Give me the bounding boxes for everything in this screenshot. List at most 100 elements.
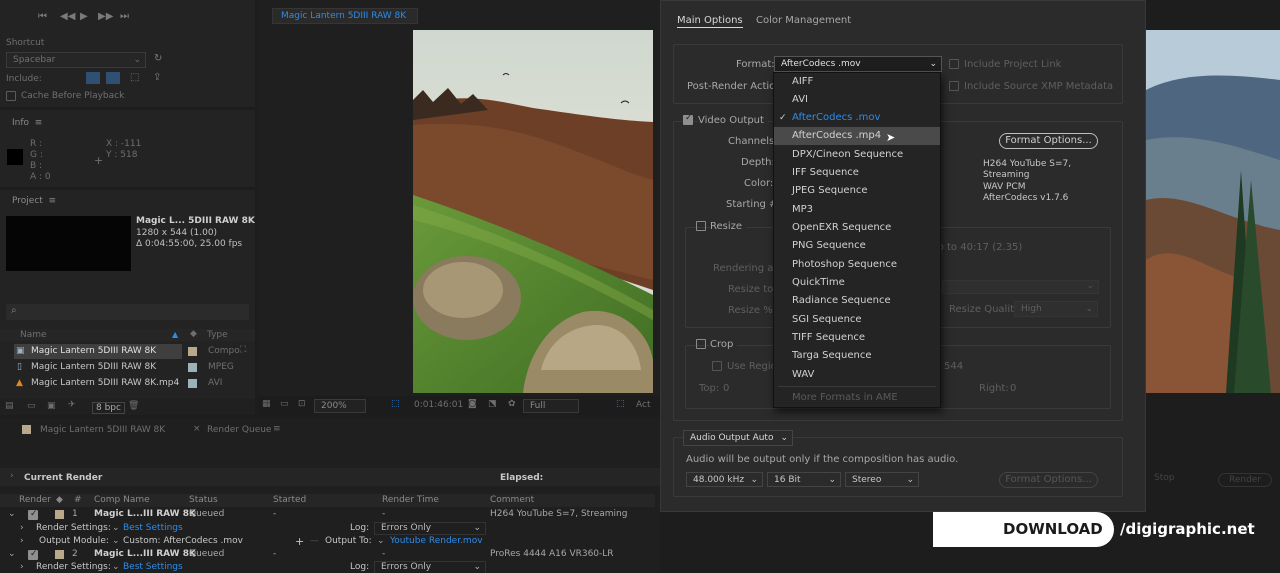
- expand-icon[interactable]: ⌄: [8, 508, 16, 521]
- format-option-aftercodecs-mov[interactable]: ✓ AfterCodecs .mov: [774, 109, 940, 127]
- format-option-aftercodecs-mp4[interactable]: AfterCodecs .mp4 ➤: [774, 127, 940, 145]
- tab-main-options[interactable]: Main Options: [677, 15, 743, 28]
- new-comp-icon[interactable]: ▣: [47, 401, 56, 411]
- stop-button[interactable]: Stop: [1154, 473, 1174, 483]
- monitor-icon[interactable]: ▭: [280, 399, 289, 409]
- format-option-jpeg[interactable]: JPEG Sequence: [774, 182, 940, 200]
- skip-forward-icon[interactable]: ⏭: [120, 12, 129, 22]
- col-started[interactable]: Started: [273, 494, 306, 507]
- menu-icon[interactable]: ≡: [273, 424, 281, 434]
- format-option-targa[interactable]: Targa Sequence: [774, 347, 940, 365]
- format-options-button[interactable]: Format Options...: [999, 133, 1098, 149]
- flowchart-button-icon[interactable]: ✈: [68, 400, 76, 410]
- video-output-checkbox[interactable]: [683, 113, 693, 125]
- cache-checkbox[interactable]: [6, 91, 16, 101]
- format-option-mp3[interactable]: MP3: [774, 201, 940, 219]
- expand-icon[interactable]: ›: [20, 561, 24, 573]
- interpret-icon[interactable]: ▤: [5, 401, 14, 411]
- log-select[interactable]: Errors Only ⌄: [374, 522, 486, 535]
- dropdown-icon[interactable]: ⌄: [112, 522, 120, 535]
- format-option-avi[interactable]: AVI: [774, 91, 940, 109]
- col-comment[interactable]: Comment: [490, 494, 534, 507]
- resize-dropdown[interactable]: ⌄: [942, 280, 1099, 294]
- quality-select[interactable]: Full: [523, 399, 579, 413]
- tab-render-queue[interactable]: Render Queue: [207, 425, 271, 435]
- format-option-iff[interactable]: IFF Sequence: [774, 164, 940, 182]
- render-settings-link[interactable]: Best Settings: [123, 522, 183, 535]
- skip-back-icon[interactable]: ⏮: [38, 12, 47, 22]
- rq-item-2[interactable]: ⌄ 2 Magic L...III RAW 8K Queued - - ProR…: [0, 548, 655, 561]
- include-project-link-checkbox[interactable]: [949, 59, 959, 69]
- camera-icon[interactable]: ◙: [468, 399, 477, 409]
- audio-channels-select[interactable]: Stereo ⌄: [845, 472, 919, 487]
- render-settings-link[interactable]: Best Settings: [123, 561, 183, 573]
- audio-output-select[interactable]: Audio Output Auto ⌄: [683, 430, 793, 446]
- format-option-png[interactable]: PNG Sequence: [774, 237, 940, 255]
- format-option-openexr[interactable]: OpenEXR Sequence: [774, 219, 940, 237]
- folder-icon[interactable]: ▭: [27, 401, 36, 411]
- rq-comment[interactable]: ProRes 4444 A16 VR360-LR: [490, 548, 614, 561]
- log-select[interactable]: Errors Only ⌄: [374, 561, 486, 573]
- output-module-value[interactable]: Custom: AfterCodecs .mov: [123, 535, 243, 548]
- format-option-dpx[interactable]: DPX/Cineon Sequence: [774, 146, 940, 164]
- menu-icon[interactable]: ≡: [32, 118, 43, 128]
- remove-output-icon[interactable]: —: [310, 535, 319, 548]
- include-xmp-checkbox[interactable]: [949, 81, 959, 91]
- render-button[interactable]: Render: [1218, 473, 1273, 487]
- format-option-wav[interactable]: WAV: [774, 366, 940, 384]
- top-value[interactable]: 0: [723, 383, 729, 394]
- menu-icon[interactable]: ≡: [46, 196, 57, 206]
- render-checkbox[interactable]: [28, 548, 38, 561]
- step-forward-icon[interactable]: ▶▶: [98, 12, 113, 22]
- timecode[interactable]: 0:01:46:01: [414, 400, 463, 410]
- rq-comment[interactable]: H264 YouTube S=7, Streaming: [490, 508, 627, 521]
- sort-ascending-icon[interactable]: ▲: [172, 330, 178, 339]
- toggle-transparency-icon[interactable]: ⬚: [616, 399, 625, 409]
- include-video-toggle[interactable]: [86, 72, 100, 84]
- expand-icon[interactable]: ›: [20, 535, 24, 548]
- col-status[interactable]: Status: [189, 494, 218, 507]
- output-to-link[interactable]: Youtube Render.mov: [390, 535, 483, 548]
- format-option-tiff[interactable]: TIFF Sequence: [774, 329, 940, 347]
- close-tab-icon[interactable]: ×: [193, 424, 201, 434]
- play-icon[interactable]: ▶: [80, 12, 88, 22]
- download-button[interactable]: DOWNLOAD: [933, 512, 1114, 547]
- include-audio-toggle[interactable]: [106, 72, 120, 84]
- col-comp[interactable]: Comp Name: [94, 494, 150, 507]
- resize-checkbox[interactable]: [696, 221, 706, 231]
- column-type[interactable]: Type: [207, 330, 228, 340]
- expand-icon[interactable]: ›: [10, 471, 14, 481]
- zoom-select[interactable]: 200%: [314, 399, 366, 413]
- crop-checkbox[interactable]: [696, 339, 706, 349]
- sample-rate-select[interactable]: 48.000 kHz ⌄: [686, 472, 763, 487]
- column-name[interactable]: Name: [20, 330, 47, 340]
- col-render-time[interactable]: Render Time: [382, 494, 439, 507]
- format-option-sgi[interactable]: SGI Sequence: [774, 311, 940, 329]
- region-icon[interactable]: ⬚: [391, 399, 400, 409]
- overlay-icon[interactable]: ⬚: [130, 73, 139, 83]
- reset-icon[interactable]: ↻: [154, 54, 162, 64]
- use-region-checkbox[interactable]: [712, 361, 722, 371]
- project-search-input[interactable]: ⌕: [6, 304, 249, 320]
- resize-quality-select[interactable]: High ⌄: [1014, 301, 1098, 317]
- project-item-name[interactable]: Magic L... 5DIII RAW 8K ▾: [136, 216, 263, 226]
- shortcut-select[interactable]: Spacebar ⌄: [6, 52, 146, 68]
- render-checkbox[interactable]: [28, 508, 38, 521]
- dropdown-icon[interactable]: ⌄: [377, 535, 385, 548]
- format-option-photoshop[interactable]: Photoshop Sequence: [774, 256, 940, 274]
- channel-icon[interactable]: ⬔: [488, 399, 497, 409]
- flowchart-icon[interactable]: ⛶: [240, 345, 246, 355]
- viewer-tab[interactable]: Magic Lantern 5DIII RAW 8K: [272, 8, 418, 24]
- color-wheel-icon[interactable]: ✿: [508, 399, 516, 409]
- project-item-row-1[interactable]: ▣ Magic Lantern 5DIII RAW 8K Compo ⛶: [0, 344, 255, 359]
- dropdown-icon[interactable]: ⌄: [112, 561, 120, 573]
- audio-format-options-button[interactable]: Format Options...: [999, 472, 1098, 488]
- grid-icon[interactable]: ▦: [262, 399, 271, 409]
- mask-icon[interactable]: ⊡: [298, 399, 306, 409]
- project-item-row-3[interactable]: ▲ Magic Lantern 5DIII RAW 8K.mp4 AVI: [0, 376, 255, 391]
- format-option-radiance[interactable]: Radiance Sequence: [774, 292, 940, 310]
- active-camera-label[interactable]: Act: [636, 400, 650, 410]
- right-value[interactable]: 0: [1010, 383, 1016, 394]
- expand-icon[interactable]: ⌄: [8, 548, 16, 561]
- rq-item-1[interactable]: ⌄ 1 Magic L...III RAW 8K Queued - - H264…: [0, 508, 655, 521]
